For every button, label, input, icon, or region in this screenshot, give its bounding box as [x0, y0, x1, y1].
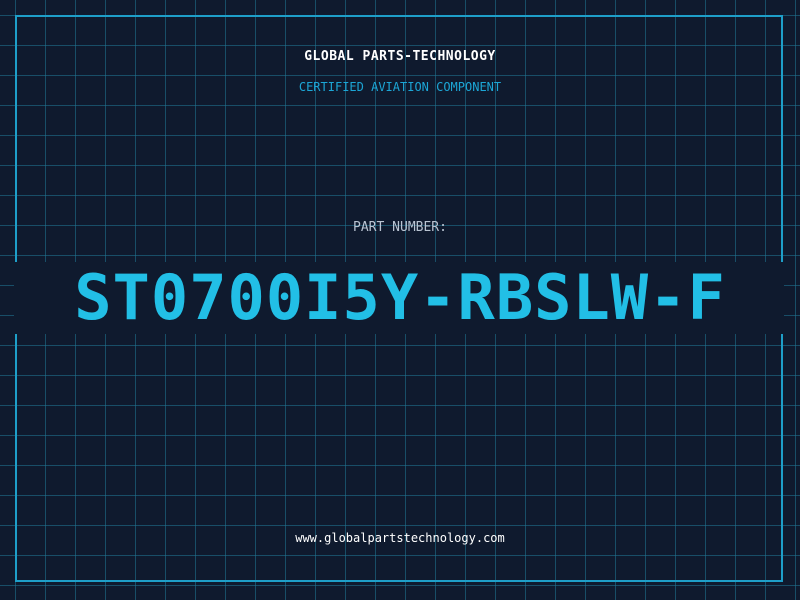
part-label-page: GLOBAL PARTS-TECHNOLOGY CERTIFIED AVIATI…: [0, 0, 800, 600]
company-name: GLOBAL PARTS-TECHNOLOGY: [304, 49, 496, 64]
website-url: www.globalpartstechnology.com: [295, 531, 505, 545]
part-number-label: PART NUMBER:: [353, 220, 447, 235]
certification-subtitle: CERTIFIED AVIATION COMPONENT: [298, 80, 502, 94]
part-number-value: ST0700I5Y-RBSLW-F: [74, 261, 726, 334]
